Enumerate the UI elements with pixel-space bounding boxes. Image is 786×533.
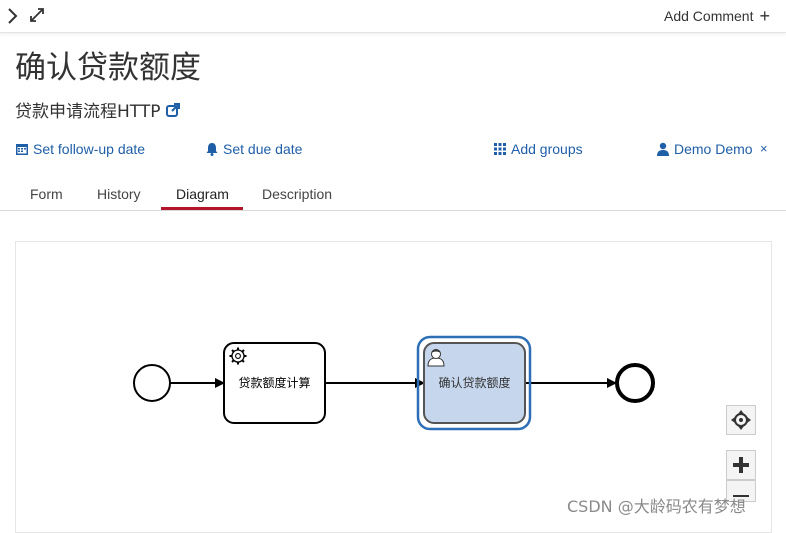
start-event[interactable]: [133, 364, 171, 402]
watermark: CSDN @大龄码农有梦想: [567, 497, 746, 516]
zoom-in-button[interactable]: [726, 450, 756, 480]
reset-zoom-button[interactable]: [726, 405, 756, 435]
service-task-label: 贷款额度计算: [238, 375, 310, 390]
plus-icon: [733, 457, 749, 473]
bpmn-diagram: 贷款额度计算 确认贷款额度: [133, 335, 655, 431]
user-task[interactable]: 确认贷款额度: [416, 335, 532, 431]
service-task[interactable]: 贷款额度计算: [223, 342, 326, 424]
gear-icon: [229, 347, 247, 365]
crosshair-icon: [731, 410, 751, 430]
end-event[interactable]: [615, 363, 655, 403]
user-task-label: 确认贷款额度: [438, 375, 510, 390]
